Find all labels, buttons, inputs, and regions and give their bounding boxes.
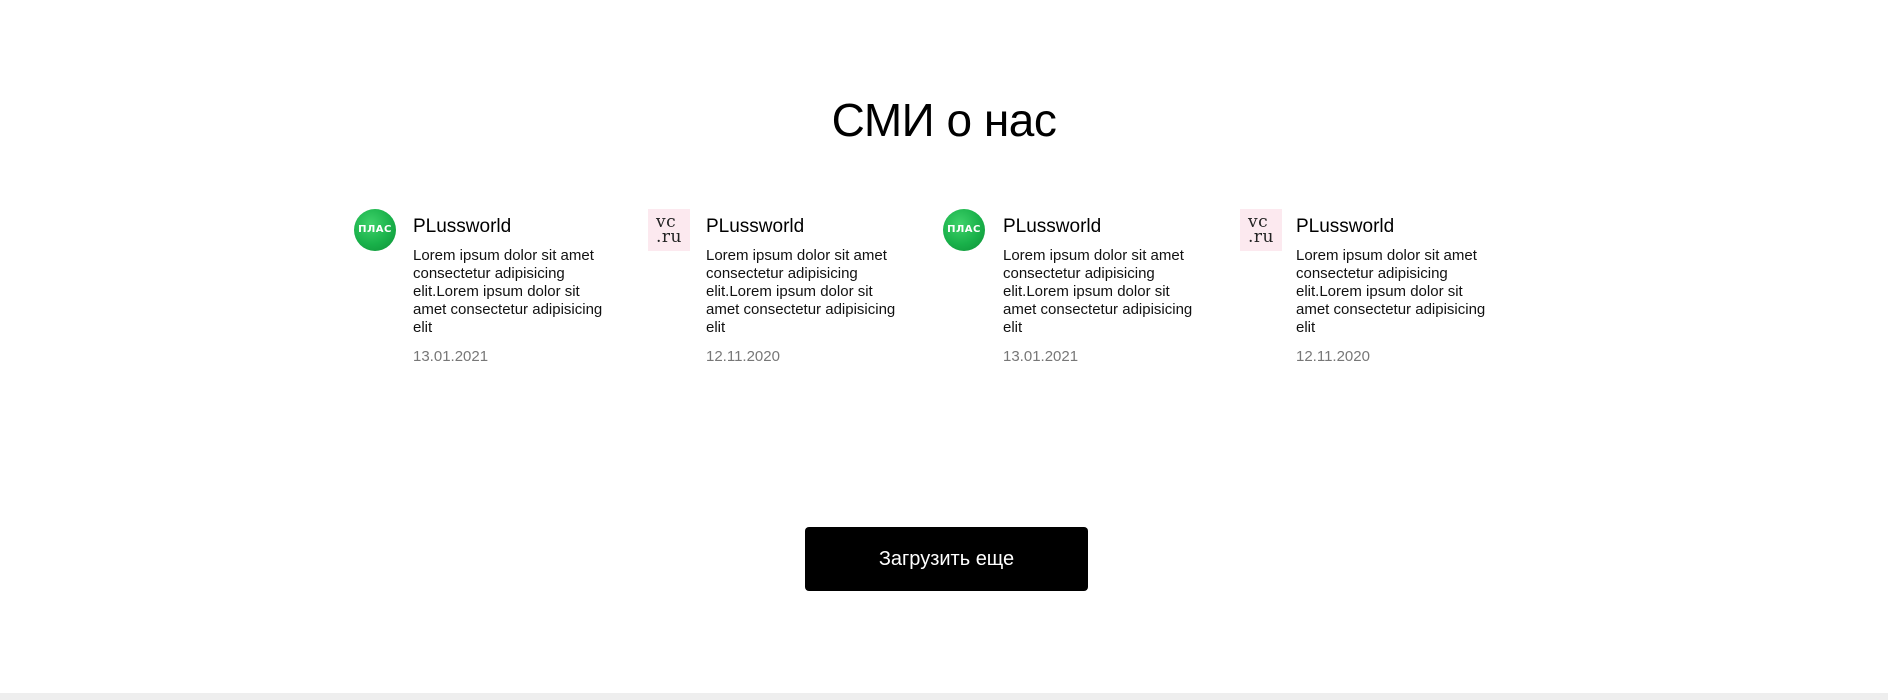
media-card-text: Lorem ipsum dolor sit amet consectetur a… [1003, 247, 1193, 336]
media-card-text: Lorem ipsum dolor sit amet consectetur a… [413, 247, 603, 336]
logo-wordmark: vc .ru [1248, 212, 1274, 247]
footer-divider [0, 693, 1888, 700]
plus-logo-icon: ПЛАС [943, 209, 985, 251]
media-card-body: PLussworld Lorem ipsum dolor sit amet co… [1296, 209, 1526, 379]
load-more-button[interactable]: Загрузить еще [805, 527, 1088, 591]
media-card-body: PLussworld Lorem ipsum dolor sit amet co… [413, 209, 643, 379]
media-card-date: 12.11.2020 [1296, 348, 1370, 365]
media-card-name: PLussworld [706, 216, 805, 237]
logo-wordmark: vc .ru [656, 212, 682, 247]
media-card-text: Lorem ipsum dolor sit amet consectetur a… [706, 247, 896, 336]
plus-logo-icon: ПЛАС [354, 209, 396, 251]
vc-ru-logo-icon: vc .ru [648, 209, 690, 251]
media-cards-list: ПЛАС PLussworld Lorem ipsum dolor sit am… [0, 209, 1888, 379]
media-card-text: Lorem ipsum dolor sit amet consectetur a… [1296, 247, 1486, 336]
media-page: СМИ о нас ПЛАС PLussworld Lorem ipsum do… [0, 0, 1888, 700]
vc-ru-logo-icon: vc .ru [1240, 209, 1282, 251]
media-card[interactable]: vc .ru PLussworld Lorem ipsum dolor sit a… [648, 209, 938, 379]
media-card[interactable]: ПЛАС PLussworld Lorem ipsum dolor sit am… [354, 209, 644, 379]
media-card[interactable]: vc .ru PLussworld Lorem ipsum dolor sit a… [1240, 209, 1530, 379]
media-card-name: PLussworld [1003, 216, 1102, 237]
media-card-name: PLussworld [1296, 216, 1395, 237]
media-card-body: PLussworld Lorem ipsum dolor sit amet co… [1003, 209, 1233, 379]
media-card-date: 13.01.2021 [413, 348, 489, 365]
section-title: СМИ о нас [831, 94, 1057, 146]
logo-wordmark: ПЛАС [358, 224, 392, 235]
media-card[interactable]: ПЛАС PLussworld Lorem ipsum dolor sit am… [943, 209, 1233, 379]
media-card-name: PLussworld [413, 216, 512, 237]
media-card-date: 12.11.2020 [706, 348, 780, 365]
media-card-date: 13.01.2021 [1003, 348, 1079, 365]
media-card-body: PLussworld Lorem ipsum dolor sit amet co… [706, 209, 936, 379]
logo-wordmark: ПЛАС [947, 224, 981, 235]
